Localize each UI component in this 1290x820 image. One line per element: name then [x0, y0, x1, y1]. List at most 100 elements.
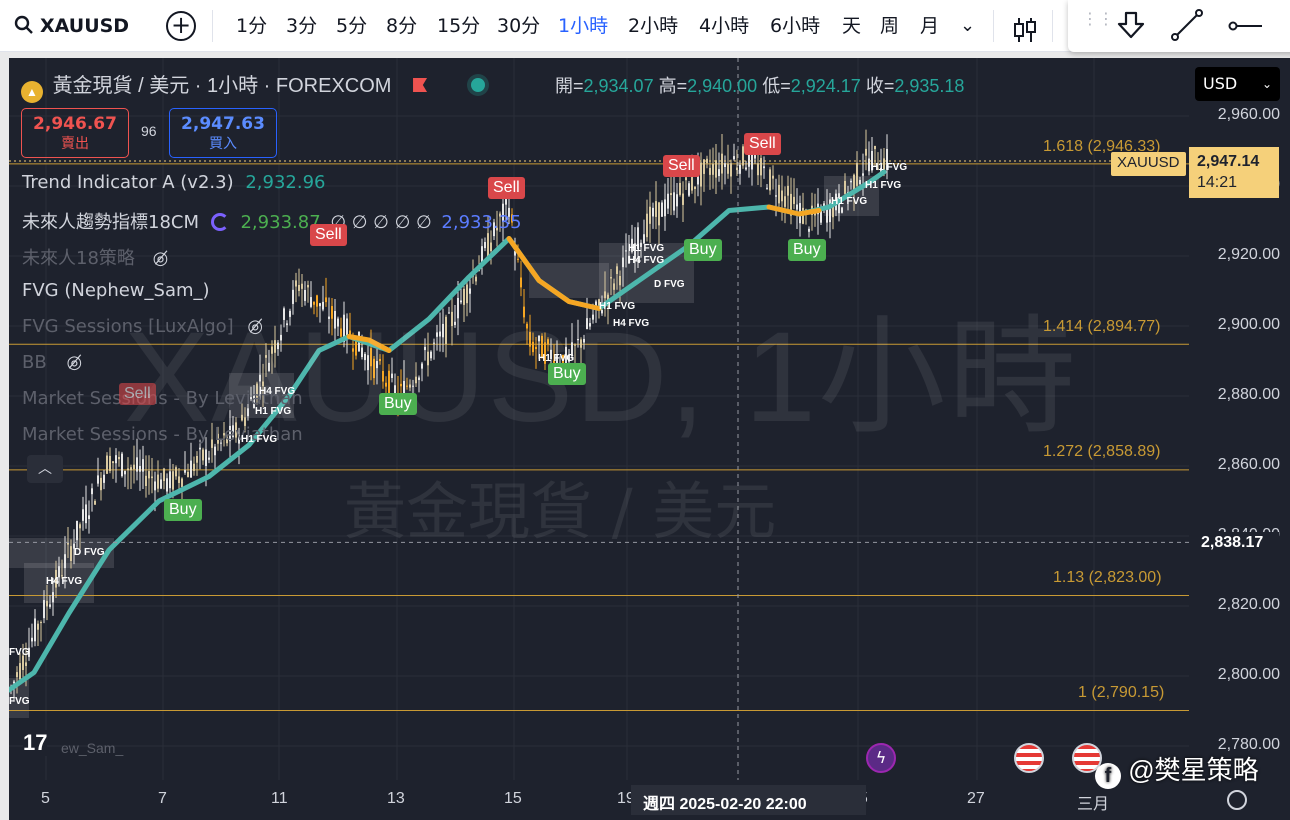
- candle-body: [694, 186, 696, 189]
- event-flash-icon[interactable]: ϟ: [866, 743, 896, 773]
- us-flag-event-icon[interactable]: [1014, 743, 1044, 773]
- collapse-legend-button[interactable]: ︿: [27, 455, 63, 483]
- interval-month[interactable]: 月: [920, 0, 939, 52]
- indicator-name: Trend Indicator A (v2.3): [22, 172, 234, 193]
- candle-body: [490, 242, 492, 252]
- candle-body: [25, 662, 27, 666]
- fvg-label: H1 FVG: [538, 353, 575, 364]
- candle-body: [787, 185, 789, 196]
- indicator-value: 2,932.96: [245, 172, 326, 193]
- facebook-handle: @樊星策略: [1128, 755, 1259, 785]
- candle-body: [733, 156, 735, 160]
- trend-line-tool-icon[interactable]: [1170, 8, 1204, 46]
- candle-body: [784, 196, 786, 207]
- divider: [212, 10, 213, 42]
- buy-signal: Buy: [684, 239, 722, 261]
- candle-body: [49, 604, 51, 607]
- fvg-label: FVG: [9, 647, 30, 658]
- candle-body: [133, 464, 135, 470]
- interval-30m[interactable]: 30分: [497, 0, 540, 52]
- indicator-fvg-sessions[interactable]: FVG Sessions [LuxAlgo] ◎̸: [22, 316, 263, 337]
- indicator-trend-a[interactable]: Trend Indicator A (v2.3) 2,932.96: [22, 172, 326, 193]
- drag-handle-icon[interactable]: ⋮⋮: [1082, 11, 1114, 27]
- last-price-value: 2,947.14: [1197, 153, 1260, 170]
- candle-body: [706, 158, 708, 164]
- candle-body: [79, 524, 81, 529]
- interval-2h[interactable]: 2小時: [628, 0, 678, 52]
- candle-body: [778, 184, 780, 204]
- hidden-eye-icon[interactable]: ◎̸: [153, 248, 169, 269]
- candle-body: [40, 622, 42, 624]
- candle-body: [19, 663, 21, 680]
- interval-5m[interactable]: 5分: [336, 0, 367, 52]
- flag-icon[interactable]: [413, 78, 428, 92]
- candlestick-chart-type-icon[interactable]: [1013, 12, 1037, 42]
- candle-body: [775, 195, 777, 197]
- candle-body: [856, 163, 858, 186]
- fvg-label: H4 FVG: [613, 318, 650, 329]
- candle-body: [721, 153, 723, 174]
- buy-button[interactable]: 2,947.63 買入: [169, 108, 277, 158]
- candle-body: [793, 196, 795, 204]
- candle-body: [106, 455, 108, 474]
- candle-body: [868, 158, 870, 172]
- interval-4h[interactable]: 4小時: [699, 0, 749, 52]
- interval-day[interactable]: 天: [842, 0, 861, 52]
- candle-body: [676, 194, 678, 207]
- indicator-name: 未來人趨勢指標18CM: [22, 212, 200, 233]
- indicator-bb[interactable]: BB ◎̸: [22, 352, 82, 373]
- fvg-label: D FVG: [74, 547, 105, 558]
- tradingview-logo[interactable]: 17: [23, 730, 48, 756]
- sell-signal: Sell: [488, 177, 525, 199]
- candle-body: [109, 455, 111, 471]
- open-label: 開=: [555, 76, 584, 96]
- indicator-18-strategy[interactable]: 未來人18策略 ◎̸: [22, 244, 168, 270]
- currency-select[interactable]: USD ⌄: [1195, 67, 1280, 101]
- candle-body: [193, 463, 195, 471]
- candle-body: [85, 504, 87, 524]
- top-toolbar: XAUUSD + 1分 3分 5分 8分 15分 30分 1小時 2小時 4小時…: [0, 0, 1290, 52]
- interval-15m[interactable]: 15分: [437, 0, 480, 52]
- settings-gear-icon[interactable]: [1227, 790, 1247, 810]
- time-tick: 13: [387, 790, 405, 807]
- interval-3m[interactable]: 3分: [286, 0, 317, 52]
- interval-8m[interactable]: 8分: [386, 0, 417, 52]
- candle-body: [103, 474, 105, 483]
- indicator-fvg[interactable]: FVG (Nephew_Sam_): [22, 280, 210, 301]
- candle-body: [163, 468, 165, 482]
- interval-more-chevron-icon[interactable]: ⌄: [960, 0, 975, 52]
- candle-body: [682, 193, 684, 205]
- interval-1m[interactable]: 1分: [236, 0, 267, 52]
- candle-body: [715, 160, 717, 178]
- candle-body: [184, 470, 186, 473]
- candle-body: [766, 187, 768, 189]
- indicator-18cm[interactable]: 未來人趨勢指標18CM 2,933.87 ∅ ∅ ∅ ∅ ∅ 2,933.35: [22, 208, 522, 234]
- horizontal-ray-tool-icon[interactable]: [1228, 16, 1262, 40]
- candle-body: [844, 180, 846, 194]
- sell-button[interactable]: 2,946.67 賣出: [21, 108, 129, 158]
- candle-body: [91, 488, 93, 495]
- candle-body: [175, 467, 177, 477]
- hidden-eye-icon[interactable]: ◎̸: [247, 316, 263, 337]
- candle-body: [688, 183, 690, 196]
- price-tick: 2,880.00: [1217, 386, 1280, 403]
- interval-1h[interactable]: 1小時: [558, 0, 608, 52]
- market-status-icon: [470, 78, 485, 92]
- buy-signal: Buy: [164, 499, 202, 521]
- hidden-eye-icon[interactable]: ◎̸: [66, 352, 82, 373]
- compare-add-button[interactable]: +: [166, 11, 196, 41]
- chart-pane[interactable]: XAUUSD, 1小時 黃金現貨 / 美元 ▲ 黃金現貨 / 美元 · 1小時 …: [9, 58, 1290, 820]
- candle-body: [757, 163, 759, 176]
- candle-body: [172, 471, 174, 490]
- candle-body: [700, 162, 702, 187]
- arrow-down-tool-icon[interactable]: [1116, 10, 1146, 44]
- candle-body: [862, 173, 864, 176]
- candle-body: [796, 204, 798, 210]
- candle-body: [517, 258, 519, 260]
- interval-week[interactable]: 周: [880, 0, 899, 52]
- symbol-search-button[interactable]: XAUUSD: [14, 0, 129, 52]
- fvg-label: D FVG: [654, 279, 685, 290]
- candle-body: [661, 202, 663, 217]
- interval-6h[interactable]: 6小時: [770, 0, 820, 52]
- candle-body: [187, 471, 189, 477]
